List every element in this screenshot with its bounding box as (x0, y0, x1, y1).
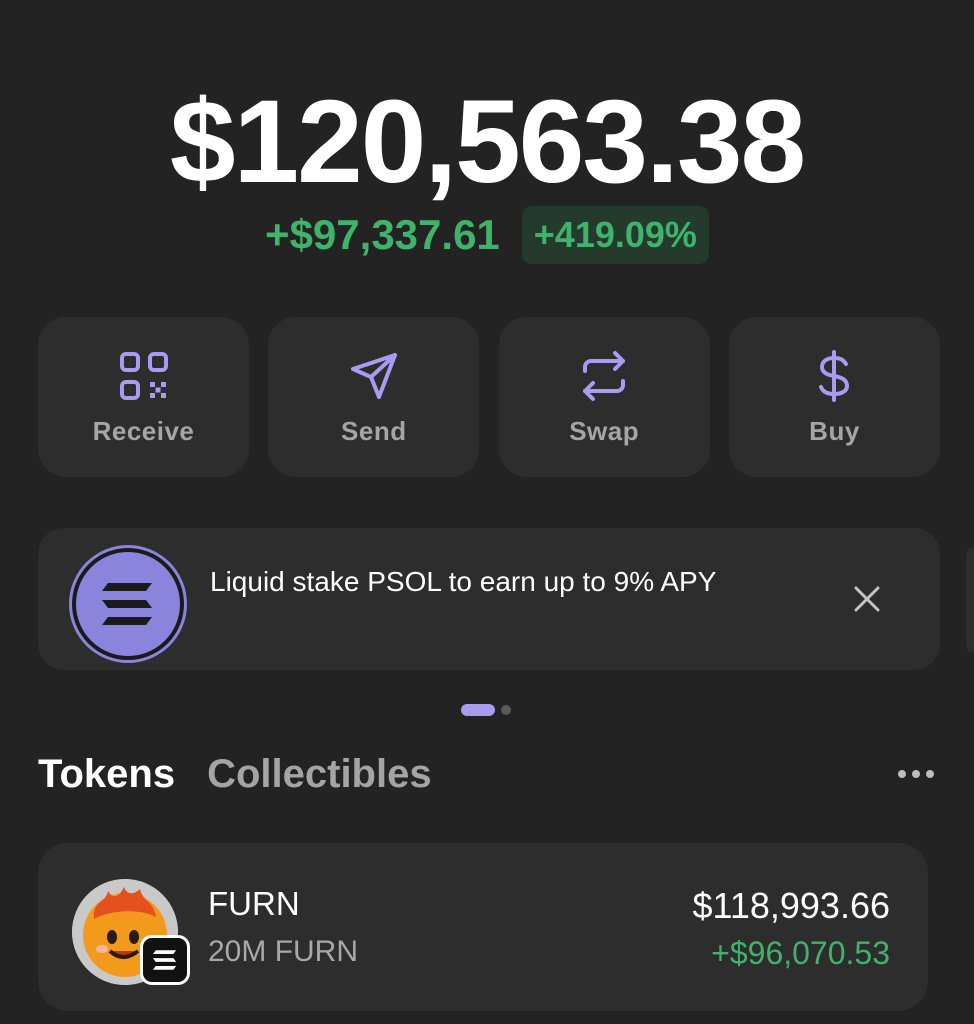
token-name: FURN (208, 885, 300, 922)
balance-change-row: +$97,337.61 +419.09% (0, 206, 974, 264)
swap-icon (576, 348, 632, 404)
qr-code-icon (116, 348, 172, 404)
tab-collectibles[interactable]: Collectibles (207, 752, 432, 797)
swap-button[interactable]: Swap (498, 317, 710, 477)
dollar-icon (806, 348, 862, 404)
carousel-dot[interactable] (501, 705, 511, 715)
balance-change-amount: +$97,337.61 (265, 211, 500, 258)
banner-text: Liquid stake PSOL to earn up to 9% APY (210, 566, 717, 597)
token-value: $118,993.66 (692, 885, 890, 926)
action-buttons: Receive Send Swap Buy (38, 317, 940, 477)
solana-logo-icon (72, 548, 184, 660)
token-amount: 20M FURN (208, 935, 359, 968)
tab-tokens[interactable]: Tokens (38, 752, 175, 797)
solana-chain-badge-icon (140, 935, 190, 985)
buy-button[interactable]: Buy (728, 317, 940, 477)
staking-promo-banner[interactable]: Liquid stake PSOL to earn up to 9% APY (38, 528, 940, 670)
receive-button[interactable]: Receive (38, 317, 249, 477)
asset-tabs: Tokens Collectibles (38, 752, 432, 797)
more-options-icon[interactable] (898, 770, 934, 778)
swap-label: Swap (569, 415, 640, 446)
buy-label: Buy (809, 415, 860, 446)
carousel-pagination (461, 704, 511, 716)
next-banner-peek (966, 548, 974, 652)
total-balance: $120,563.38 (169, 76, 806, 208)
carousel-dot-active (461, 704, 495, 716)
receive-label: Receive (92, 415, 195, 446)
send-label: Send (341, 415, 407, 446)
balance-change-percent-badge: +419.09% (521, 206, 709, 264)
send-button[interactable]: Send (268, 317, 480, 477)
send-icon (346, 348, 402, 404)
token-row-furn[interactable]: FURN 20M FURN $118,993.66 +$96,070.53 (38, 843, 928, 1011)
token-change: +$96,070.53 (711, 935, 890, 971)
close-icon[interactable] (852, 584, 882, 614)
